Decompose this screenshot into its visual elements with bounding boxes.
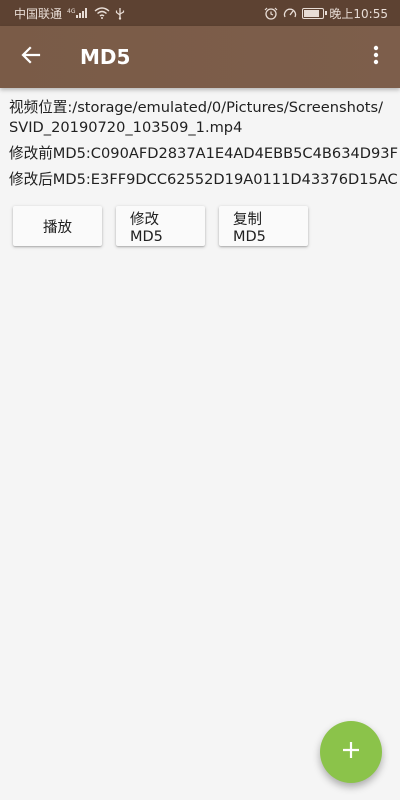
back-button[interactable] [0, 26, 62, 88]
play-button[interactable]: 播放 [13, 206, 102, 246]
arrow-back-icon [21, 45, 41, 69]
copy-md5-button[interactable]: 复制MD5 [219, 206, 308, 246]
add-fab-button[interactable] [320, 721, 382, 783]
modify-md5-button[interactable]: 修改MD5 [116, 206, 205, 246]
md5-before: 修改前MD5:C090AFD2837A1E4AD4EBB5C4B634D93F [9, 145, 398, 162]
status-right: 晚上10:55 [264, 5, 388, 22]
add-icon [341, 740, 361, 764]
battery-level-fill [304, 9, 319, 17]
video-path-line1: 视频位置:/storage/emulated/0/Pictures/Screen… [9, 99, 383, 116]
overflow-menu-button[interactable] [352, 26, 400, 88]
speed-icon [283, 7, 297, 20]
video-path-line2: SVID_20190720_103509_1.mp4 [9, 119, 243, 136]
status-bar: 中国联通 4G 晚上10:55 [0, 0, 400, 26]
status-left: 中国联通 4G [14, 5, 125, 22]
carrier-label: 中国联通 [14, 6, 63, 21]
wifi-icon [94, 7, 110, 19]
more-vert-icon [373, 45, 379, 69]
app-bar: MD5 [0, 26, 400, 88]
video-path: 视频位置:/storage/emulated/0/Pictures/Screen… [9, 98, 393, 138]
md5-info: 视频位置:/storage/emulated/0/Pictures/Screen… [9, 98, 398, 196]
alarm-icon [264, 7, 278, 20]
md5-after: 修改后MD5:E3FF9DCC62552D19A0111D43376D15AC [9, 171, 398, 188]
network-type: 4G [67, 8, 76, 15]
battery-icon [302, 7, 328, 19]
clock-label: 晚上10:55 [329, 6, 388, 21]
signal-icon: 4G [67, 7, 89, 19]
action-buttons: 播放 修改MD5 复制MD5 [13, 206, 308, 246]
usb-icon [115, 7, 125, 20]
page-title: MD5 [80, 45, 131, 69]
